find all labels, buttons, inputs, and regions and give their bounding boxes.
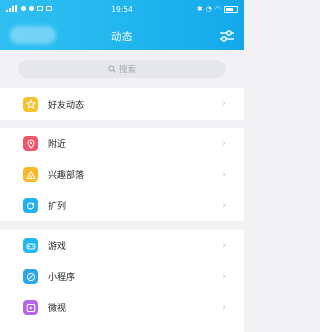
chevron-right-icon: › bbox=[222, 99, 226, 109]
menu-item-weishi[interactable]: 微视 › bbox=[0, 292, 244, 323]
star-icon bbox=[23, 96, 38, 112]
menu-item-mini-programs[interactable]: 小程序 › bbox=[0, 261, 244, 292]
sliders-icon bbox=[220, 30, 234, 42]
battery-icon bbox=[224, 5, 238, 13]
mini-program-icon bbox=[23, 269, 38, 284]
location-pin-icon bbox=[23, 136, 38, 151]
chevron-right-icon: › bbox=[222, 138, 226, 149]
header-bar: 19:54 ✱ ◔ ◠ 动态 bbox=[0, 0, 244, 50]
settings-button[interactable] bbox=[219, 28, 235, 42]
page-title: 动态 bbox=[111, 31, 133, 43]
status-bar: 19:54 ✱ ◔ ◠ bbox=[0, 0, 244, 20]
chevron-right-icon: › bbox=[222, 169, 226, 180]
menu-item-label: 游戏 bbox=[48, 242, 67, 252]
menu-item-label: 兴趣部落 bbox=[48, 171, 85, 181]
menu-item-label: 附近 bbox=[48, 140, 67, 150]
menu-item-friend-feed[interactable]: 好友动态 › bbox=[0, 88, 244, 120]
search-placeholder: 搜索 bbox=[118, 65, 136, 75]
menu-item-label: 微视 bbox=[48, 304, 67, 314]
menu-item-interest-tribe[interactable]: 兴趣部落 › bbox=[0, 159, 244, 190]
search-input[interactable]: 搜索 bbox=[18, 60, 226, 78]
expand-list-icon bbox=[23, 198, 38, 213]
chevron-right-icon: › bbox=[222, 271, 226, 282]
status-icons-right: ✱ ◔ ◠ bbox=[197, 5, 238, 13]
menu-group-social: 附近 › 兴趣部落 › 扩列 › bbox=[0, 128, 244, 221]
menu-item-expand-list[interactable]: 扩列 › bbox=[0, 190, 244, 221]
wifi-icon: ◠ bbox=[214, 5, 221, 13]
gamepad-icon bbox=[23, 238, 38, 253]
menu-item-games[interactable]: 游戏 › bbox=[0, 230, 244, 261]
video-icon bbox=[23, 300, 38, 315]
alarm-icon: ◔ bbox=[205, 5, 212, 13]
menu-group-apps: 游戏 › 小程序 › 微视 › bbox=[0, 230, 244, 332]
chevron-right-icon: › bbox=[222, 302, 226, 313]
menu-item-label: 好友动态 bbox=[48, 100, 85, 111]
search-icon bbox=[108, 65, 116, 73]
chevron-right-icon: › bbox=[222, 200, 226, 211]
menu-item-label: 扩列 bbox=[48, 202, 67, 212]
tent-icon bbox=[23, 167, 38, 182]
menu-item-label: 小程序 bbox=[48, 273, 76, 283]
search-area: 搜索 bbox=[0, 50, 244, 88]
chevron-right-icon: › bbox=[222, 240, 226, 251]
menu-group-friends: 好友动态 › bbox=[0, 88, 244, 120]
bluetooth-icon: ✱ bbox=[196, 5, 203, 13]
menu-item-nearby[interactable]: 附近 › bbox=[0, 128, 244, 159]
